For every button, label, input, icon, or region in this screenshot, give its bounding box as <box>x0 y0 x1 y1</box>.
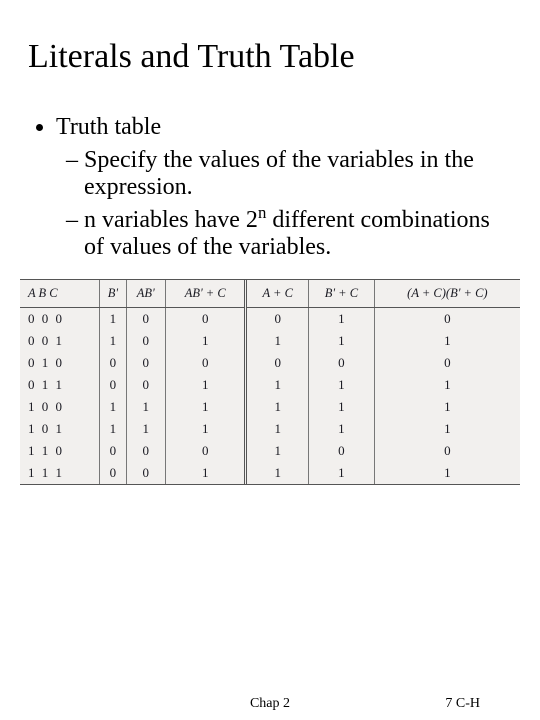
cell: 1 <box>246 462 309 484</box>
bullet-list: Truth table Specify the values of the va… <box>28 114 512 261</box>
cell: 0 <box>126 462 165 484</box>
cell: 1 <box>165 396 246 418</box>
cell: 0 0 0 <box>20 308 100 331</box>
table-row: 0 0 0 1 0 0 0 1 0 <box>20 308 520 331</box>
slide: Literals and Truth Table Truth table Spe… <box>0 0 540 720</box>
truth-table: A B C B' AB' AB' + C A + C B' + C (A + C… <box>20 280 520 484</box>
footer-center: Chap 2 <box>250 696 290 712</box>
cell: 0 <box>100 462 126 484</box>
cell: 1 <box>374 462 520 484</box>
table-row: 0 1 0 0 0 0 0 0 0 <box>20 352 520 374</box>
footer-right: 7 C-H <box>445 696 480 712</box>
cell: 1 <box>308 330 374 352</box>
cell: 0 <box>165 308 246 331</box>
sub-bullet-item: n variables have 2n different combinatio… <box>84 203 512 261</box>
cell: 1 <box>165 462 246 484</box>
sub-bullet-item: Specify the values of the variables in t… <box>84 147 512 201</box>
cell: 0 <box>374 352 520 374</box>
cell: 0 <box>246 308 309 331</box>
cell: 1 <box>165 330 246 352</box>
cell: 0 <box>308 352 374 374</box>
col-header: (A + C)(B' + C) <box>374 280 520 308</box>
sub-bullet-list: Specify the values of the variables in t… <box>56 147 512 261</box>
table-body: 0 0 0 1 0 0 0 1 0 0 0 1 1 0 1 1 1 1 <box>20 308 520 485</box>
cell: 0 <box>308 440 374 462</box>
cell: 0 1 1 <box>20 374 100 396</box>
col-header: B' + C <box>308 280 374 308</box>
cell: 1 <box>374 396 520 418</box>
cell: 1 <box>126 418 165 440</box>
bullet-item: Truth table Specify the values of the va… <box>56 114 512 261</box>
cell: 1 <box>308 418 374 440</box>
cell: 0 1 0 <box>20 352 100 374</box>
cell: 0 <box>374 440 520 462</box>
cell: 1 <box>374 374 520 396</box>
cell: 1 <box>100 418 126 440</box>
col-header: AB' <box>126 280 165 308</box>
cell: 1 <box>374 418 520 440</box>
col-header: AB' + C <box>165 280 246 308</box>
table-row: 1 0 0 1 1 1 1 1 1 <box>20 396 520 418</box>
cell: 1 <box>308 374 374 396</box>
slide-title: Literals and Truth Table <box>28 38 512 76</box>
cell: 0 <box>126 374 165 396</box>
cell: 1 0 1 <box>20 418 100 440</box>
sub-bullet-text-pre: n variables have 2 <box>84 207 258 233</box>
cell: 0 <box>374 308 520 331</box>
cell: 1 <box>246 440 309 462</box>
cell: 0 <box>165 440 246 462</box>
cell: 1 <box>308 308 374 331</box>
cell: 0 <box>126 330 165 352</box>
col-header: A + C <box>246 280 309 308</box>
table-row: 1 0 1 1 1 1 1 1 1 <box>20 418 520 440</box>
cell: 1 <box>246 374 309 396</box>
cell: 0 0 1 <box>20 330 100 352</box>
table-header-row: A B C B' AB' AB' + C A + C B' + C (A + C… <box>20 280 520 308</box>
cell: 1 <box>165 418 246 440</box>
cell: 0 <box>100 352 126 374</box>
table-row: 1 1 1 0 0 1 1 1 1 <box>20 462 520 484</box>
cell: 1 <box>165 374 246 396</box>
cell: 1 <box>100 330 126 352</box>
cell: 1 1 0 <box>20 440 100 462</box>
cell: 1 1 1 <box>20 462 100 484</box>
cell: 1 <box>246 396 309 418</box>
cell: 0 <box>126 308 165 331</box>
sub-bullet-text: Specify the values of the variables in t… <box>84 147 474 200</box>
cell: 0 <box>246 352 309 374</box>
cell: 1 0 0 <box>20 396 100 418</box>
cell: 1 <box>246 418 309 440</box>
cell: 0 <box>126 352 165 374</box>
bullet-text: Truth table <box>56 114 161 140</box>
table-row: 0 1 1 0 0 1 1 1 1 <box>20 374 520 396</box>
table-row: 0 0 1 1 0 1 1 1 1 <box>20 330 520 352</box>
cell: 1 <box>100 308 126 331</box>
col-header: A B C <box>20 280 100 308</box>
cell: 1 <box>100 396 126 418</box>
cell: 0 <box>126 440 165 462</box>
cell: 1 <box>246 330 309 352</box>
cell: 0 <box>165 352 246 374</box>
truth-table-figure: A B C B' AB' AB' + C A + C B' + C (A + C… <box>20 279 520 485</box>
cell: 1 <box>126 396 165 418</box>
cell: 1 <box>374 330 520 352</box>
cell: 0 <box>100 440 126 462</box>
cell: 1 <box>308 396 374 418</box>
col-header: B' <box>100 280 126 308</box>
cell: 1 <box>308 462 374 484</box>
cell: 0 <box>100 374 126 396</box>
table-row: 1 1 0 0 0 0 1 0 0 <box>20 440 520 462</box>
